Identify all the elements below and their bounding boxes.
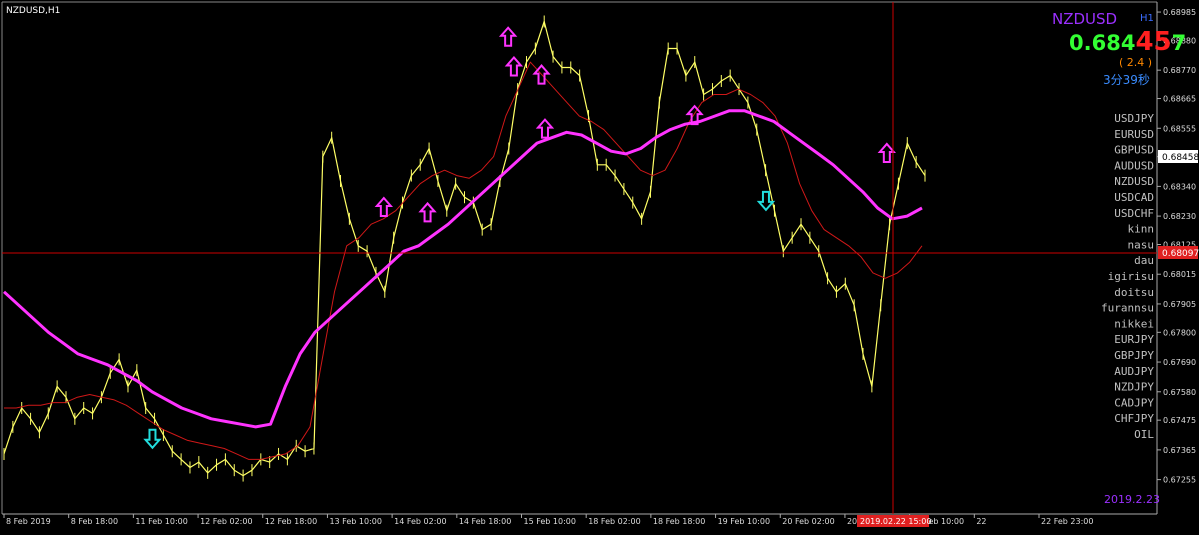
x-tick-label: 12 Feb 18:00 [265,517,317,526]
symbol-list-item[interactable]: dau [1134,254,1154,267]
x-tick-label: 19 Feb 10:00 [718,517,770,526]
symbol-list-item[interactable]: GBPJPY [1114,349,1154,362]
x-tick-label: 13 Feb 10:00 [329,517,381,526]
symbol-list-item[interactable]: EURJPY [1114,333,1154,346]
y-tick-label: 0.67580 [1163,388,1196,397]
spread-label: ( 2.4 ) [1119,56,1152,69]
symbol-list-item[interactable]: kinn [1128,223,1155,236]
chart-window[interactable]: 0.689850.688800.687700.686650.685550.684… [0,0,1199,531]
symbol-list-item[interactable]: OIL [1134,428,1154,441]
symbol-list-item[interactable]: nasu [1128,238,1155,251]
y-tick-label: 0.68230 [1163,212,1196,221]
y-tick-label: 0.68555 [1163,124,1196,133]
price-main-part: 0.684 [1069,31,1135,55]
price-chart[interactable]: 0.689850.688800.687700.686650.685550.684… [0,0,1199,531]
y-tick-label: 0.68665 [1163,95,1196,104]
x-tick-label: 15 Feb 10:00 [524,517,576,526]
current-price-label: 0.68458 [1162,153,1199,163]
y-tick-label: 0.67475 [1163,416,1196,425]
symbol-list-item[interactable]: AUDUSD [1114,159,1154,172]
x-tick-label: 14 Feb 18:00 [459,517,511,526]
y-tick-label: 0.67365 [1163,446,1196,455]
date-label: 2019.2.23 [1104,493,1160,506]
x-tick-label: 18 Feb 18:00 [653,517,705,526]
symbol-list-item[interactable]: USDJPY [1114,112,1154,125]
y-tick-label: 0.68340 [1163,182,1196,191]
x-tick-label: 8 Feb 18:00 [71,517,118,526]
symbol-list-item[interactable]: igirisu [1108,270,1154,283]
symbol-list-item[interactable]: GBPUSD [1114,144,1154,157]
price-big-part: 45 [1135,27,1171,57]
symbol-list-item[interactable]: AUDJPY [1114,365,1154,378]
symbol-list-item[interactable]: USDCAD [1114,191,1154,204]
y-tick-label: 0.68015 [1163,270,1196,279]
y-tick-label: 0.67690 [1163,358,1196,367]
candle-timer: 3分39秒 [1103,73,1150,87]
y-tick-label: 0.68985 [1163,8,1196,17]
x-tick-label: 14 Feb 02:00 [394,517,446,526]
price-last-part: 7 [1172,31,1187,55]
crosshair-time-label: 2019.02.22 15:00 [860,517,931,526]
symbol-list-item[interactable]: CADJPY [1114,396,1154,409]
crosshair-price-label: 0.68097 [1162,249,1199,259]
x-tick-label: 8 Feb 2019 [6,517,51,526]
symbol-list-item[interactable]: EURUSD [1114,128,1154,141]
symbol-list-item[interactable]: NZDUSD [1114,175,1154,188]
x-tick-label: 12 Feb 02:00 [200,517,252,526]
x-tick-label: 11 Feb 10:00 [135,517,187,526]
symbol-list-item[interactable]: USDCHF [1114,207,1154,220]
symbol-label: NZDUSD [1052,10,1117,28]
x-tick-label: 22 [976,517,986,526]
chart-background [0,0,1199,531]
x-tick-label: 18 Feb 02:00 [588,517,640,526]
symbol-list-item[interactable]: CHFJPY [1114,412,1154,425]
x-tick-label: 22 Feb 23:00 [1041,517,1093,526]
chart-title: NZDUSD,H1 [6,6,60,16]
x-tick-label: 20 Feb 02:00 [782,517,834,526]
price-main: 0.684457 [1069,27,1186,57]
y-tick-label: 0.67255 [1163,476,1196,485]
symbol-list-item[interactable]: doitsu [1114,286,1154,299]
timeframe-label: H1 [1140,13,1154,24]
y-tick-label: 0.68770 [1163,66,1196,75]
y-tick-label: 0.67800 [1163,328,1196,337]
symbol-list-item[interactable]: nikkei [1114,317,1154,330]
symbol-list-item[interactable]: furannsu [1101,302,1154,315]
y-tick-label: 0.67905 [1163,300,1196,309]
symbol-list-item[interactable]: NZDJPY [1114,381,1154,394]
